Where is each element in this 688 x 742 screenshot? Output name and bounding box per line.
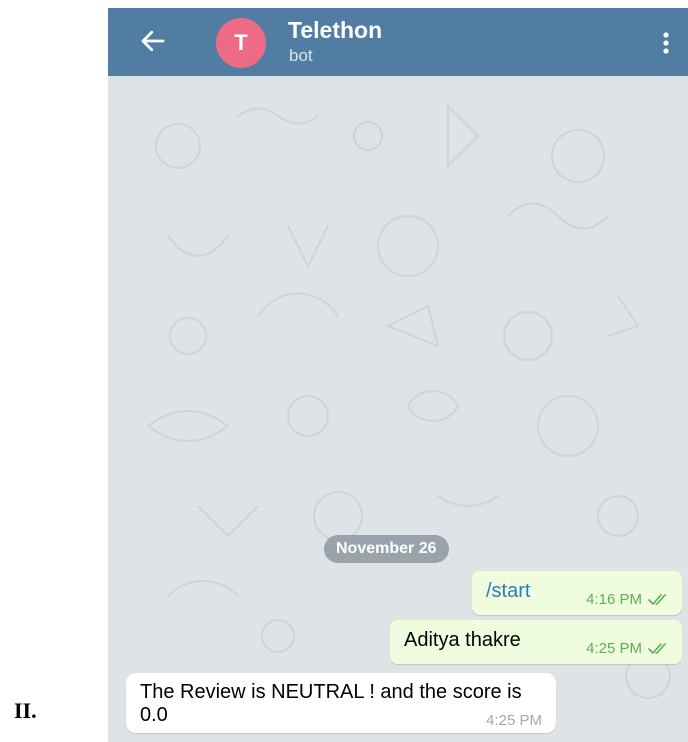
message-time: 4:25 PM bbox=[486, 712, 542, 729]
arrow-left-icon bbox=[141, 30, 165, 52]
message-text: The Review is NEUTRAL ! and the score is… bbox=[140, 681, 522, 726]
chat-header: T Telethon bot bbox=[108, 8, 688, 76]
avatar[interactable]: T bbox=[216, 18, 266, 68]
message-meta: 4:25 PM bbox=[586, 640, 670, 657]
more-vertical-icon bbox=[663, 32, 669, 54]
chat-title[interactable]: Telethon bbox=[288, 17, 382, 44]
outgoing-message[interactable]: Aditya thakre 4:25 PM bbox=[390, 620, 682, 664]
outgoing-message[interactable]: /start 4:16 PM bbox=[472, 571, 682, 615]
incoming-message[interactable]: The Review is NEUTRAL ! and the score is… bbox=[126, 673, 556, 733]
double-check-icon bbox=[648, 593, 666, 605]
message-time: 4:25 PM bbox=[586, 640, 642, 657]
section-label: II. bbox=[14, 698, 37, 723]
more-options-button[interactable] bbox=[652, 28, 680, 58]
back-button[interactable] bbox=[138, 26, 168, 56]
telegram-chat-screen: T Telethon bot November 26 /start 4:16 P… bbox=[108, 8, 688, 742]
chat-subtitle: bot bbox=[289, 46, 313, 65]
message-text: Aditya thakre bbox=[404, 629, 521, 651]
message-text: /start bbox=[486, 580, 531, 602]
date-divider: November 26 bbox=[324, 535, 449, 563]
double-check-icon bbox=[648, 642, 666, 654]
message-time: 4:16 PM bbox=[586, 591, 642, 608]
message-meta: 4:16 PM bbox=[586, 591, 670, 608]
